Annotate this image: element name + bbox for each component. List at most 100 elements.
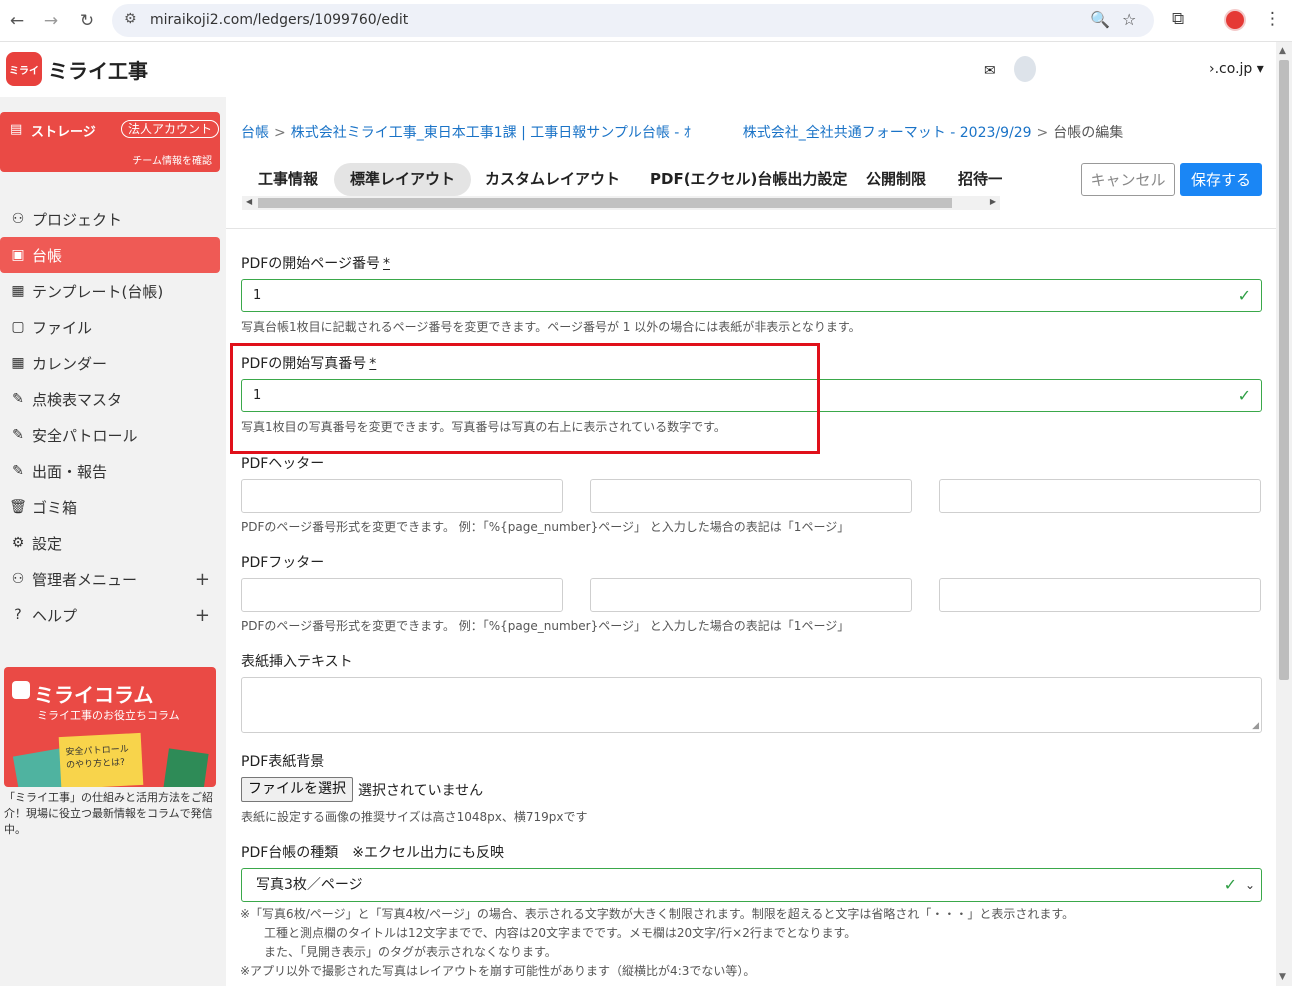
clipboard-edit-icon: ✎ [12,427,24,443]
start-page-help: 写真台帳1枚目に記載されるページ番号を変更できます。ページ番号が 1 以外の場合… [241,320,861,334]
browser-menu-icon[interactable]: ⋮ [1264,9,1281,29]
sidebar-item-trash[interactable]: 🗑 ゴミ箱 [0,489,220,525]
column-banner[interactable]: ミライコラム ミライ工事のお役立ちコラム 安全パトロールのやり方とは? [4,667,216,787]
user-avatar[interactable] [1014,56,1036,82]
clipboard-edit-icon: ✎ [12,463,24,479]
tab-standard-layout[interactable]: 標準レイアウト [334,163,472,196]
divider [226,228,1276,229]
site-info-icon[interactable]: ⚙ [124,11,137,27]
bookmark-star-icon[interactable]: ☆ [1122,10,1136,29]
sidebar-item-label: 出面・報告 [32,462,108,481]
cancel-button[interactable]: キャンセル [1081,163,1175,196]
inbox-icon[interactable]: ✉ [984,63,996,79]
account-menu[interactable]: ›.co.jp ▾ [1209,61,1264,77]
page-scrollbar-thumb[interactable] [1279,60,1289,680]
calendar-icon: ▦ [11,355,25,371]
scroll-left-icon[interactable]: ◀ [246,197,252,206]
breadcrumb-root[interactable]: 台帳 [241,125,269,141]
breadcrumb-project[interactable]: 株式会社ミライ工事_東日本工事1課 | 工事日報サンプル台帳 - ｵ [291,125,691,141]
top-header: ✉ ›.co.jp ▾ [226,42,1276,97]
expand-plus-icon[interactable]: + [195,605,210,626]
banner-subtitle: ミライ工事のお役立ちコラム [37,709,180,722]
clipboard-edit-icon: ✎ [12,391,24,407]
tab-custom-layout[interactable]: カスタムレイアウト [485,163,620,196]
note-line: また、「見開き表示」のタグが表示されなくなります。 [240,945,557,959]
sidebar-item-label: 安全パトロール [32,426,138,445]
ledger-type-label: PDF台帳の種類 ※エクセル出力にも反映 [241,845,505,861]
cover-text-label: 表紙挿入テキスト [241,654,353,670]
ledger-type-notes: ※「写真6枚/ページ」と「写真4枚/ページ」の場合、表示される文字数が大きく制限… [240,905,1074,981]
ledger-type-select[interactable]: 写真3枚／ページ ✓ ⌄ [241,868,1262,902]
start-page-input[interactable]: 1 ✓ [241,279,1262,312]
storage-label: ストレージ [31,125,96,140]
profile-avatar[interactable] [1224,9,1246,31]
storage-card[interactable]: ▤ ストレージ 法人アカウント チーム情報を確認 [0,112,220,172]
sidebar-item-templates[interactable]: ▦ テンプレート(台帳) [0,273,220,309]
resize-handle-icon[interactable]: ◢ [1252,721,1259,731]
url-text[interactable]: miraikoji2.com/ledgers/1099760/edit [150,12,408,28]
scroll-right-icon[interactable]: ▶ [990,197,996,206]
pdf-header-center-input[interactable] [590,479,912,513]
sidebar-item-help[interactable]: ? ヘルプ + [0,597,220,633]
sidebar-item-attendance-report[interactable]: ✎ 出面・報告 [0,453,220,489]
forward-icon[interactable]: → [38,8,64,34]
address-bar[interactable]: ⚙ miraikoji2.com/ledgers/1099760/edit 🔍 … [112,4,1154,37]
trash-icon: 🗑 [9,499,27,515]
tab-scrollbar-thumb[interactable] [258,198,952,208]
ledger-icon: ▣ [11,247,25,263]
help-icon: ? [14,607,22,623]
banner-illustration [163,748,209,787]
scroll-up-icon[interactable]: ▲ [1279,46,1286,56]
sidebar-item-ledgers[interactable]: ▣ 台帳 [0,237,220,273]
expand-plus-icon[interactable]: + [195,569,210,590]
scroll-down-icon[interactable]: ▼ [1279,972,1286,982]
cover-text-textarea[interactable]: ◢ [241,677,1262,733]
pdf-header-right-input[interactable] [939,479,1261,513]
sidebar-item-admin-menu[interactable]: ⚇ 管理者メニュー + [0,561,220,597]
banner-card: 安全パトロールのやり方とは? [58,732,144,787]
pdf-footer-label: PDFフッター [241,555,325,571]
back-icon[interactable]: ← [4,8,30,34]
chevron-down-icon: ⌄ [1244,878,1255,892]
cover-bg-help: 表紙に設定する画像の推奨サイズは高さ1048px、横719pxです [241,810,588,824]
required-mark: * [383,256,390,272]
tab-invite[interactable]: 招待一 [958,163,1002,196]
pdf-footer-right-input[interactable] [939,578,1261,612]
extensions-icon[interactable]: ⧉ [1172,9,1184,29]
sidebar-item-label: ヘルプ [32,606,78,625]
browser-toolbar: ← → ↻ ⚙ miraikoji2.com/ledgers/1099760/e… [0,0,1292,42]
sidebar-item-label: ファイル [32,318,93,337]
tab-scrollbar[interactable]: ◀ ▶ [242,196,1000,210]
sidebar-item-settings[interactable]: ⚙ 設定 [0,525,220,561]
sidebar-item-label: 管理者メニュー [32,570,138,589]
account-type-badge: 法人アカウント [121,120,220,138]
sidebar-item-calendar[interactable]: ▦ カレンダー [0,345,220,381]
choose-file-button[interactable]: ファイルを選択 [241,777,353,802]
file-icon: ▢ [11,319,25,335]
sidebar-item-files[interactable]: ▢ ファイル [0,309,220,345]
breadcrumb-template[interactable]: 株式会社_全社共通フォーマット - 2023/9/29 [743,125,1032,141]
note-line: ※アプリ以外で撮影された写真はレイアウトを崩す可能性があります（縦横比が4:3で… [240,964,756,978]
reload-icon[interactable]: ↻ [74,8,100,34]
save-button[interactable]: 保存する [1180,163,1262,196]
tab-publish-restrictions[interactable]: 公開制限 [866,163,926,196]
zoom-icon[interactable]: 🔍 [1090,10,1110,29]
cover-bg-label: PDF表紙背景 [241,754,325,770]
pdf-footer-left-input[interactable] [241,578,563,612]
admin-icon: ⚇ [11,571,25,587]
tab-construction-info[interactable]: 工事情報 [258,163,318,196]
start-page-label: PDFの開始ページ番号 * [241,256,390,272]
sidebar-item-safety-patrol[interactable]: ✎ 安全パトロール [0,417,220,453]
logo-mark-icon: ミライ [6,52,42,86]
app-logo[interactable]: ミライ ミライ工事 [6,52,148,86]
breadcrumb-separator: > [274,125,286,141]
team-info-link[interactable]: チーム情報を確認 [132,152,212,167]
pdf-header-left-input[interactable] [241,479,563,513]
sidebar-item-inspection-master[interactable]: ✎ 点検表マスタ [0,381,220,417]
pdf-footer-center-input[interactable] [590,578,912,612]
valid-check-icon: ✓ [1237,386,1251,405]
pdf-header-help: PDFのページ番号形式を変更できます。 例：「%{page_number}ページ… [241,520,850,534]
banner-description[interactable]: 「ミライ工事」の仕組みと活用方法をご紹介！現場に役立つ最新情報をコラムで発信中。 [4,790,218,838]
sidebar-item-projects[interactable]: ⚇ プロジェクト [0,201,220,237]
tab-pdf-output-settings[interactable]: PDF(エクセル)台帳出力設定 [650,163,847,196]
